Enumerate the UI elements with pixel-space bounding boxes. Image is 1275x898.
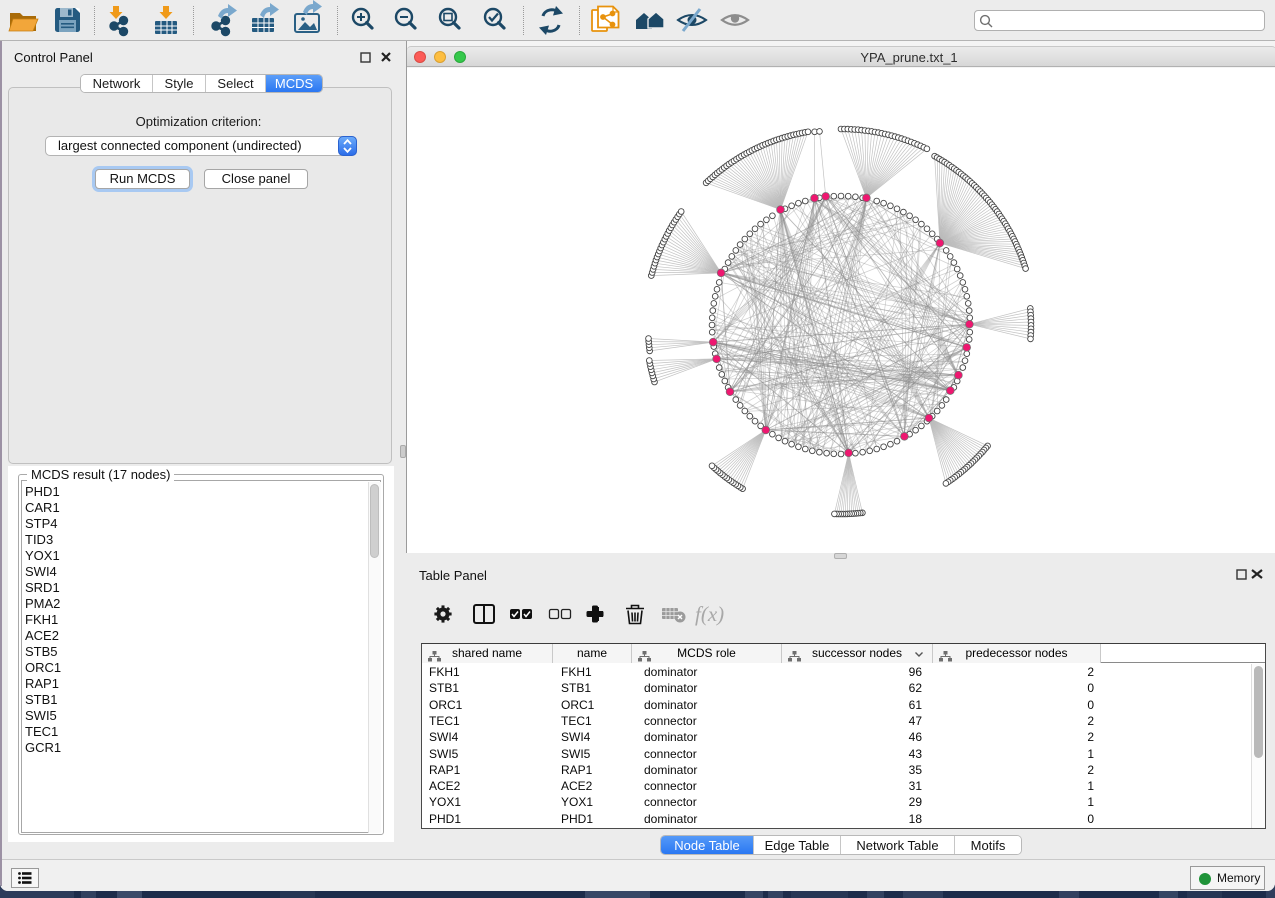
svg-text:f(x): f(x) (695, 602, 724, 626)
